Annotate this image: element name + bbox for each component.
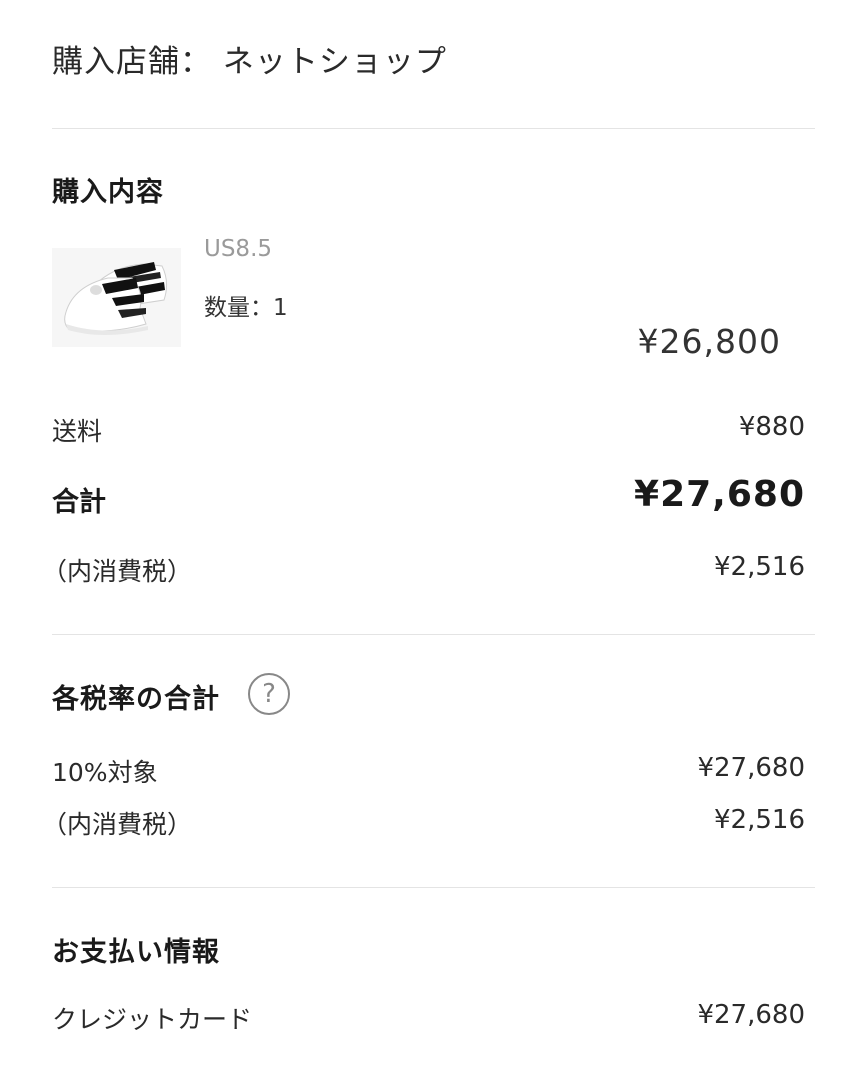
divider — [52, 887, 815, 888]
total-label: 合計 — [52, 487, 106, 518]
product-price: ¥26,800 — [637, 322, 781, 361]
divider — [52, 128, 815, 129]
help-icon[interactable]: ? — [248, 673, 290, 715]
product-quantity: 数量：1 — [204, 295, 288, 321]
rate-10-amount: ¥27,680 — [697, 753, 805, 783]
payment-method-amount: ¥27,680 — [697, 1000, 805, 1030]
shipping-amount: ¥880 — [738, 412, 805, 442]
tax-label: （内消費税） — [42, 557, 193, 586]
sneaker-illustration — [52, 248, 181, 347]
store-info: 購入店舗： ネットショップ — [52, 44, 447, 80]
purchase-section-title: 購入内容 — [52, 177, 164, 208]
shipping-label: 送料 — [52, 417, 103, 446]
rate-tax-amount: ¥2,516 — [714, 805, 805, 835]
total-amount: ¥27,680 — [634, 474, 805, 515]
rate-10-label: 10%対象 — [52, 758, 158, 787]
payment-method-label: クレジットカード — [52, 1005, 253, 1034]
divider — [52, 634, 815, 635]
product-image[interactable] — [52, 248, 181, 347]
product-variant: US8.5 — [204, 236, 273, 262]
tax-rates-section-title: 各税率の合計 — [52, 684, 220, 715]
tax-amount: ¥2,516 — [714, 552, 805, 582]
payment-section-title: お支払い情報 — [52, 937, 220, 968]
rate-tax-label: （内消費税） — [42, 810, 193, 839]
